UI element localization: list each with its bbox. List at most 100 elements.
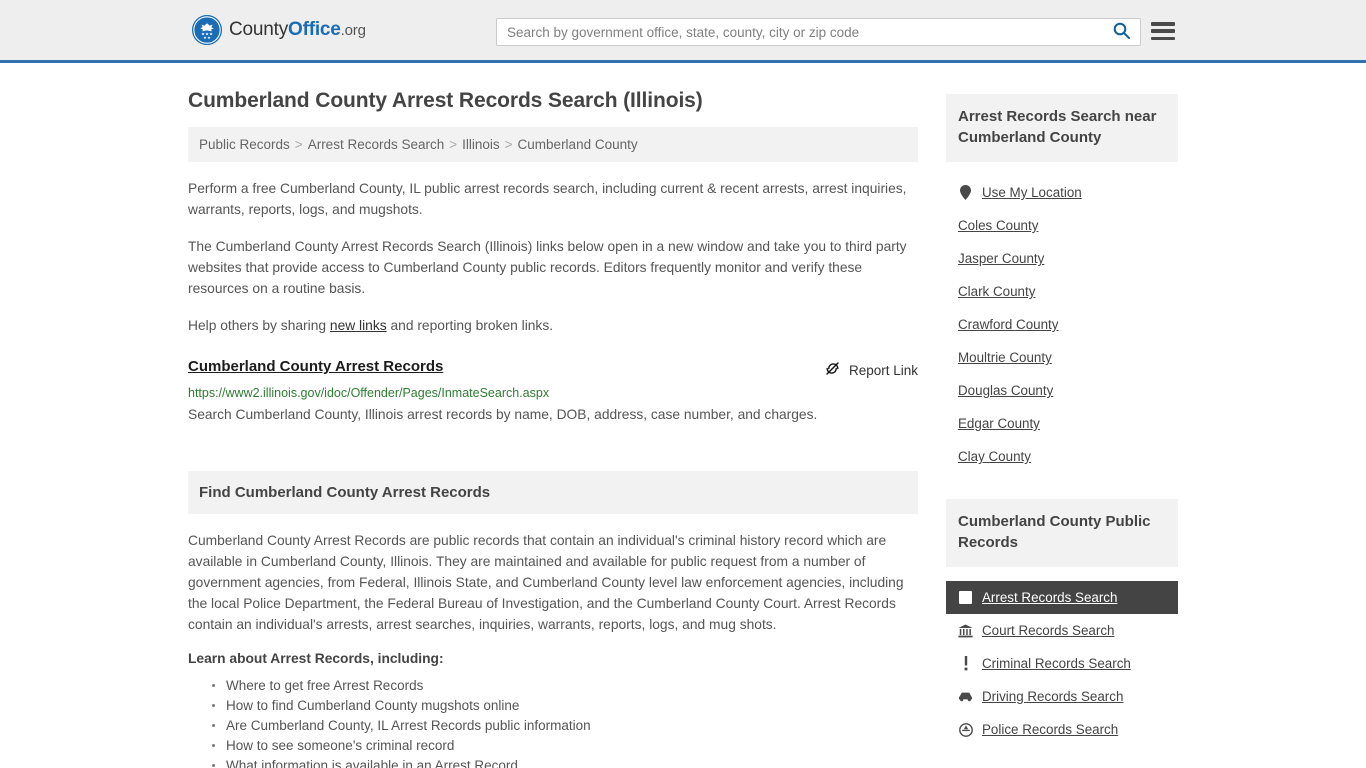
sidebar-item-edgar-county[interactable]: Edgar County: [946, 407, 1178, 440]
sidebar-nearby-header: Arrest Records Search near Cumberland Co…: [946, 94, 1178, 162]
sidebar-item-label: Police Records Search: [982, 722, 1119, 737]
list-item: Arrest Records Search: [946, 581, 1178, 614]
list-item: Are Cumberland County, IL Arrest Records…: [212, 716, 918, 736]
sidebar-item-label: Court Records Search: [982, 623, 1115, 638]
sidebar-public-records-heading: Cumberland County Public Records: [958, 513, 1151, 551]
sidebar-item-crawford-county[interactable]: Crawford County: [946, 308, 1178, 341]
find-section-heading: Find Cumberland County Arrest Records: [199, 484, 491, 501]
sidebar-item-clay-county[interactable]: Clay County: [946, 440, 1178, 473]
list-item: Douglas County: [946, 374, 1178, 407]
list-item: Criminal Records Search: [946, 647, 1178, 680]
result-block: Cumberland County Arrest Records Report …: [188, 358, 918, 427]
sidebar-item-douglas-county[interactable]: Douglas County: [946, 374, 1178, 407]
intro-paragraph-2: The Cumberland County Arrest Records Sea…: [188, 239, 907, 296]
share-text-before: Help others by sharing: [188, 318, 330, 333]
eagle-seal-icon: [192, 15, 222, 45]
sidebar-item-court-records-search[interactable]: Court Records Search: [946, 614, 1178, 647]
list-item: Where to get free Arrest Records: [212, 676, 918, 696]
breadcrumb-separator: >: [294, 137, 303, 152]
page-body: Cumberland County Arrest Records Search …: [0, 63, 1366, 768]
sidebar-public-records-list: Arrest Records Search Court Records Sear…: [946, 581, 1178, 746]
breadcrumb-separator: >: [449, 137, 458, 152]
find-section-header: Find Cumberland County Arrest Records: [188, 471, 918, 514]
list-item: Crawford County: [946, 308, 1178, 341]
list-item: Court Records Search: [946, 614, 1178, 647]
broken-link-icon: [824, 360, 841, 380]
sidebar-item-label: Criminal Records Search: [982, 656, 1131, 671]
search-input[interactable]: [497, 19, 1109, 45]
sidebar-nearby-heading: Arrest Records Search near Cumberland Co…: [958, 108, 1157, 146]
page-title: Cumberland County Arrest Records Search …: [188, 89, 703, 112]
brand-part-tld: .org: [340, 22, 366, 39]
sidebar-item-jasper-county[interactable]: Jasper County: [946, 242, 1178, 275]
result-url: https://www2.illinois.gov/idoc/Offender/…: [188, 386, 550, 400]
sidebar-public-records-header: Cumberland County Public Records: [946, 499, 1178, 567]
brand-part-office: Office: [288, 19, 341, 40]
sidebar-item-moultrie-county[interactable]: Moultrie County: [946, 341, 1178, 374]
car-icon: [958, 691, 973, 702]
search-submit-button[interactable]: [1109, 19, 1140, 45]
list-item: Edgar County: [946, 407, 1178, 440]
report-link-button[interactable]: Report Link: [824, 358, 918, 380]
breadcrumb-item-public-records[interactable]: Public Records: [199, 137, 290, 152]
main-column: Cumberland County Arrest Records Search …: [188, 63, 918, 768]
list-item: Moultrie County: [946, 341, 1178, 374]
breadcrumb-item-arrest-records-search[interactable]: Arrest Records Search: [308, 137, 445, 152]
intro-paragraph-3: Help others by sharing new links and rep…: [188, 315, 918, 336]
brand-wordmark: CountyOffice.org: [229, 19, 366, 41]
menu-bar-1: [1151, 22, 1175, 26]
result-header-row: Cumberland County Arrest Records Report …: [188, 358, 918, 380]
site-logo-link[interactable]: CountyOffice.org: [192, 15, 366, 45]
learn-about-list: Where to get free Arrest Records How to …: [188, 676, 918, 768]
breadcrumb-separator: >: [504, 137, 513, 152]
report-link-label: Report Link: [848, 362, 918, 378]
square-icon: [958, 591, 973, 604]
sidebar-item-label: Clark County: [958, 284, 1036, 299]
sidebar-item-label: Arrest Records Search: [982, 590, 1118, 605]
intro-paragraph-1: Perform a free Cumberland County, IL pub…: [188, 181, 907, 217]
list-item: How to see someone's criminal record: [212, 736, 918, 756]
sidebar-item-label: Jasper County: [958, 251, 1045, 266]
sidebar-item-use-my-location[interactable]: Use My Location: [946, 176, 1178, 209]
list-item: Coles County: [946, 209, 1178, 242]
sidebar-item-label: Use My Location: [982, 185, 1082, 200]
police-badge-icon: [958, 722, 973, 737]
list-item: How to find Cumberland County mugshots o…: [212, 696, 918, 716]
site-header: CountyOffice.org: [0, 0, 1366, 63]
search-icon: [1113, 22, 1130, 42]
result-title-link[interactable]: Cumberland County Arrest Records: [188, 358, 443, 375]
menu-bar-2: [1151, 29, 1175, 33]
sidebar-item-clark-county[interactable]: Clark County: [946, 275, 1178, 308]
sidebar-item-label: Edgar County: [958, 416, 1040, 431]
sidebar-item-label: Crawford County: [958, 317, 1059, 332]
list-item: Clay County: [946, 440, 1178, 473]
sidebar-item-coles-county[interactable]: Coles County: [946, 209, 1178, 242]
list-item: Jasper County: [946, 242, 1178, 275]
list-item: What information is available in an Arre…: [212, 756, 918, 768]
breadcrumb-item-illinois[interactable]: Illinois: [462, 137, 500, 152]
find-section-body: Cumberland County Arrest Records are pub…: [188, 533, 904, 632]
sidebar: Arrest Records Search near Cumberland Co…: [946, 63, 1178, 768]
sidebar-item-label: Clay County: [958, 449, 1031, 464]
share-text-after: and reporting broken links.: [386, 318, 554, 333]
learn-about-heading: Learn about Arrest Records, including:: [188, 651, 444, 666]
sidebar-item-label: Douglas County: [958, 383, 1054, 398]
new-links-link[interactable]: new links: [330, 318, 387, 333]
sidebar-item-driving-records-search[interactable]: Driving Records Search: [946, 680, 1178, 713]
breadcrumb: Public Records > Arrest Records Search > Ill…: [188, 127, 918, 162]
exclamation-icon: [958, 656, 973, 671]
sidebar-item-arrest-records-search[interactable]: Arrest Records Search: [946, 581, 1178, 614]
map-pin-icon: [958, 185, 973, 200]
sidebar-item-criminal-records-search[interactable]: Criminal Records Search: [946, 647, 1178, 680]
list-item: Driving Records Search: [946, 680, 1178, 713]
menu-bar-3: [1151, 36, 1175, 40]
list-item: Police Records Search: [946, 713, 1178, 746]
list-item: Clark County: [946, 275, 1178, 308]
search-bar: [496, 18, 1141, 46]
breadcrumb-item-cumberland-county[interactable]: Cumberland County: [518, 137, 638, 152]
hamburger-menu-icon[interactable]: [1151, 20, 1175, 42]
sidebar-item-police-records-search[interactable]: Police Records Search: [946, 713, 1178, 746]
